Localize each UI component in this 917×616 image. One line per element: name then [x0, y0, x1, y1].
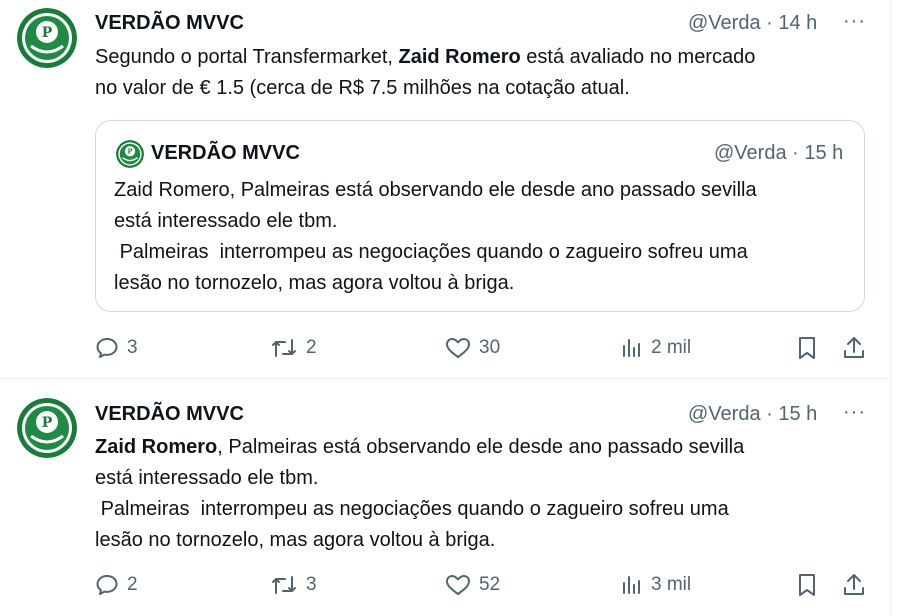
retweet-count: 2 — [306, 337, 317, 358]
like-count: 52 — [479, 574, 501, 595]
views-button[interactable]: 2 mil — [621, 333, 691, 363]
views-icon — [623, 339, 640, 357]
quoted-tweet[interactable]: P VERDÃO MVVC @Verda · 15 h Zaid Romero,… — [95, 120, 865, 312]
quoted-timestamp: · 15 h — [792, 142, 844, 164]
text-segment: Segundo o portal Transfermarket, — [95, 46, 399, 68]
views-count: 2 mil — [651, 337, 692, 358]
author-handle[interactable]: @Verda · 14 h — [688, 12, 817, 35]
retweet-button[interactable]: 3 — [270, 570, 317, 600]
retweet-button[interactable]: 2 — [270, 333, 317, 363]
avatar[interactable]: P — [17, 398, 77, 458]
quoted-author-name: VERDÃO MVVC — [151, 142, 300, 164]
retweet-count: 3 — [306, 574, 317, 595]
views-count: 3 mil — [651, 574, 692, 595]
reply-count: 3 — [127, 337, 138, 358]
quoted-tweet-text: Zaid Romero, Palmeiras está observando e… — [114, 179, 757, 294]
more-options-button[interactable]: ··· — [843, 401, 866, 424]
svg-text:P: P — [128, 148, 133, 156]
svg-text:P: P — [42, 415, 53, 431]
palmeiras-crest-icon: P — [17, 8, 77, 68]
timeline-right-border — [890, 0, 891, 616]
tweet-actions: 2 3 52 3 mil — [0, 570, 890, 600]
bookmark-button[interactable] — [795, 333, 819, 363]
tweet[interactable]: P VERDÃO MVVC @Verda · 15 h ··· Zaid Rom… — [0, 379, 890, 616]
share-icon — [844, 337, 864, 358]
tweet-text: Segundo o portal Transfermarket, Zaid Ro… — [95, 42, 875, 104]
tweet-actions: 3 2 30 2 mil — [0, 333, 890, 363]
quoted-handle-text: @Verda — [714, 142, 787, 164]
like-count: 30 — [479, 337, 501, 358]
like-button[interactable]: 52 — [445, 570, 500, 600]
text-bold-segment: Zaid Romero — [95, 436, 218, 458]
views-button[interactable]: 3 mil — [621, 570, 691, 600]
handle-text[interactable]: @Verda — [688, 12, 761, 34]
share-button[interactable] — [842, 570, 866, 600]
timestamp[interactable]: · 14 h — [766, 12, 817, 34]
avatar[interactable]: P — [17, 8, 77, 68]
reply-count: 2 — [127, 574, 138, 595]
author-name[interactable]: VERDÃO MVVC — [95, 403, 244, 426]
bookmark-icon — [799, 574, 815, 596]
bookmark-icon — [799, 337, 815, 359]
tweet[interactable]: P VERDÃO MVVC @Verda · 14 h ··· Segundo … — [0, 0, 890, 379]
share-button[interactable] — [842, 333, 866, 363]
retweet-icon — [272, 339, 296, 357]
views-icon — [623, 576, 640, 594]
handle-text[interactable]: @Verda — [688, 403, 761, 425]
author-name[interactable]: VERDÃO MVVC — [95, 12, 244, 35]
svg-text:P: P — [42, 25, 53, 41]
heart-icon — [446, 338, 470, 358]
palmeiras-crest-icon: P — [116, 140, 144, 168]
tweet-text: Zaid Romero, Palmeiras está observando e… — [95, 432, 875, 556]
timestamp[interactable]: · 15 h — [766, 403, 817, 425]
reply-icon — [96, 338, 118, 358]
quoted-avatar[interactable]: P — [116, 140, 144, 168]
quoted-author-handle: @Verda · 15 h — [714, 142, 843, 165]
retweet-icon — [272, 576, 296, 594]
heart-icon — [446, 575, 470, 595]
reply-button[interactable]: 3 — [95, 333, 138, 363]
bookmark-button[interactable] — [795, 570, 819, 600]
palmeiras-crest-icon: P — [17, 398, 77, 458]
reply-button[interactable]: 2 — [95, 570, 138, 600]
author-handle[interactable]: @Verda · 15 h — [688, 403, 817, 426]
reply-icon — [96, 575, 118, 595]
text-bold-segment: Zaid Romero — [398, 46, 521, 68]
like-button[interactable]: 30 — [445, 333, 500, 363]
share-icon — [844, 574, 864, 595]
more-options-button[interactable]: ··· — [843, 10, 866, 33]
